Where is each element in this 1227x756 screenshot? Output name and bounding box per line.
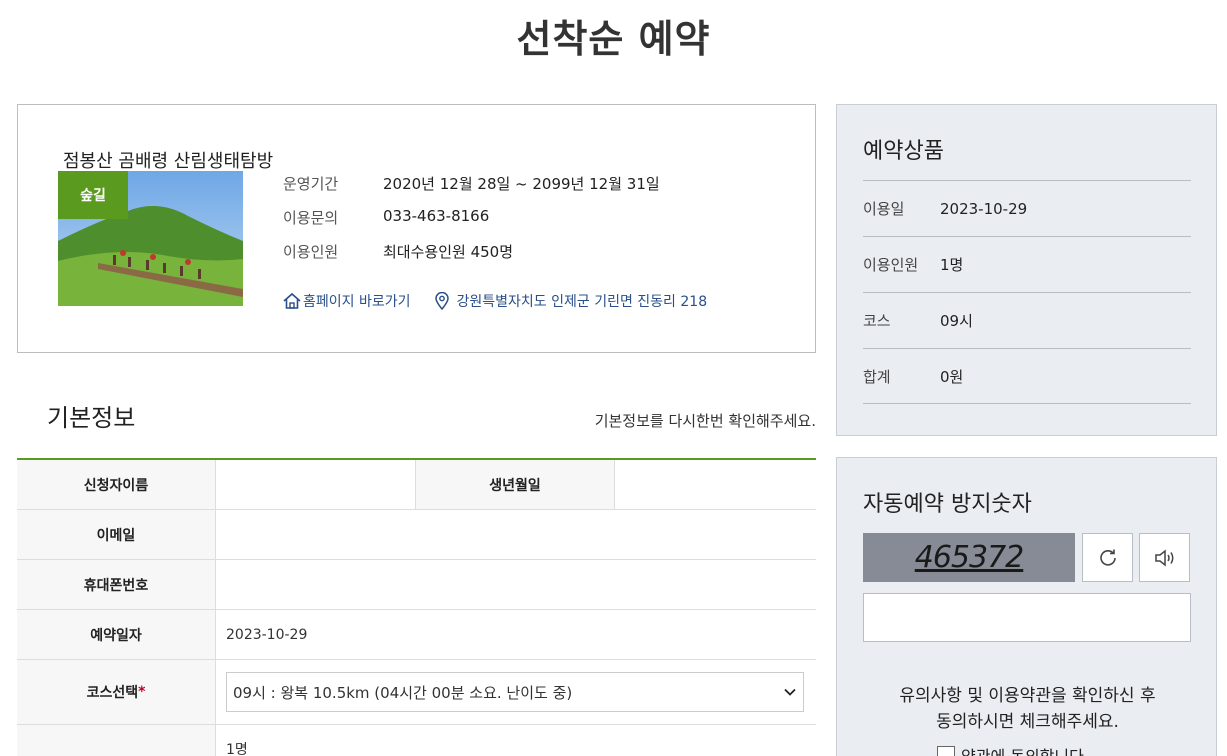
basic-info-title: 기본정보 [47, 404, 136, 432]
agree-checkbox[interactable] [937, 746, 955, 756]
form-row-date: 예약일자 2023-10-29 [17, 610, 816, 660]
email-label: 이메일 [17, 510, 216, 559]
product-thumbnail: 숲길 [58, 171, 243, 306]
basic-info-table: 신청자이름 생년월일 이메일 휴대폰번호 예약일자 2023-10-29 코스선… [17, 458, 816, 756]
captcha-audio-button[interactable] [1139, 533, 1190, 582]
homepage-link[interactable]: 홈페이지 바로가기 [283, 291, 411, 311]
info-value: 2020년 12월 28일 ~ 2099년 12월 31일 [383, 175, 660, 193]
home-icon [283, 292, 301, 309]
reservation-row-total: 합계 0원 [863, 348, 1191, 404]
course-select-label-text: 코스선택 [86, 685, 139, 701]
product-name: 점봉산 곰배령 산림생태탐방 [63, 151, 274, 172]
reservation-row-label: 이용인원 [863, 256, 919, 274]
info-row-period: 운영기간 2020년 12월 28일 ~ 2099년 12월 31일 [283, 173, 660, 194]
speaker-icon [1154, 548, 1173, 567]
agree-label: 약관에 동의합니다. [961, 743, 1089, 756]
mobile-field[interactable] [216, 560, 816, 609]
terms-note-line: 유의사항 및 이용약관을 확인하신 후 [899, 686, 1156, 706]
address-link-label: 강원특별자치도 인제군 기린면 진동리 218 [456, 294, 708, 310]
course-select-value: 09시 : 왕복 10.5km (04시간 00분 소요. 난이도 중) [233, 683, 573, 702]
applicant-name-label: 신청자이름 [17, 460, 216, 509]
birth-date-field[interactable] [615, 460, 816, 509]
reservation-row-label: 코스 [863, 312, 891, 330]
map-pin-icon [434, 292, 449, 310]
form-row-email: 이메일 [17, 510, 816, 560]
info-row-capacity: 이용인원 최대수용인원 450명 [283, 241, 513, 262]
info-row-contact: 이용문의 033-463-8166 [283, 207, 489, 228]
mobile-label: 휴대폰번호 [17, 560, 216, 609]
captcha-title: 자동예약 방지숫자 [863, 492, 1032, 517]
form-row-name: 신청자이름 생년월일 [17, 460, 816, 510]
terms-note-line: 동의하시면 체크해주세요. [936, 712, 1119, 732]
info-label: 운영기간 [283, 175, 339, 193]
product-tag: 숲길 [58, 171, 128, 219]
form-row-people: 1명 [17, 725, 816, 756]
course-select-cell: 09시 : 왕복 10.5km (04시간 00분 소요. 난이도 중) [216, 660, 816, 724]
birth-date-label: 생년월일 [416, 460, 615, 509]
reservation-date-label: 예약일자 [17, 610, 216, 659]
reservation-row-course: 코스 09시 [863, 292, 1191, 348]
page-title: 선착순 예약 [516, 17, 711, 61]
reservation-row-value: 1명 [940, 256, 964, 274]
form-row-mobile: 휴대폰번호 [17, 560, 816, 610]
reservation-product-panel: 예약상품 이용일 2023-10-29 이용인원 1명 코스 09시 합계 0원 [836, 104, 1217, 436]
form-row-course: 코스선택 * 09시 : 왕복 10.5km (04시간 00분 소요. 난이도 … [17, 660, 816, 725]
address-link[interactable]: 강원특별자치도 인제군 기린면 진동리 218 [433, 291, 708, 311]
agree-row: 약관에 동의합니다. [937, 743, 1089, 756]
captcha-refresh-button[interactable] [1082, 533, 1133, 582]
product-card: 점봉산 곰배령 산림생태탐방 숲길 운영기간 2020년 12월 28일 ~ 2… [17, 104, 816, 353]
terms-note: 유의사항 및 이용약관을 확인하신 후 동의하시면 체크해주세요. [837, 683, 1218, 735]
info-label: 이용문의 [283, 209, 339, 227]
people-value: 1명 [226, 742, 248, 756]
product-links: 홈페이지 바로가기 강원특별자치도 인제군 기린면 진동리 218 [283, 291, 707, 311]
info-value: 033-463-8166 [383, 207, 490, 225]
info-label: 이용인원 [283, 243, 339, 261]
captcha-input[interactable] [863, 593, 1191, 642]
basic-info-note: 기본정보를 다시한번 확인해주세요. [594, 412, 816, 430]
reservation-row-date: 이용일 2023-10-29 [863, 180, 1191, 236]
captcha-image: 465372 [863, 533, 1075, 582]
required-mark: * [138, 684, 146, 700]
reservation-row-label: 합계 [863, 367, 891, 386]
reservation-row-value: 0원 [940, 367, 964, 386]
captcha-panel: 자동예약 방지숫자 465372 유의사항 및 이용약관을 확인하신 후 동의하… [836, 457, 1217, 756]
reservation-row-people: 이용인원 1명 [863, 236, 1191, 292]
course-select[interactable]: 09시 : 왕복 10.5km (04시간 00분 소요. 난이도 중) [226, 672, 804, 712]
chevron-down-icon [784, 688, 796, 696]
homepage-link-label: 홈페이지 바로가기 [303, 294, 411, 310]
reservation-product-title: 예약상품 [863, 139, 944, 164]
reservation-date-value: 2023-10-29 [226, 626, 308, 643]
info-value: 최대수용인원 450명 [383, 243, 513, 261]
email-field[interactable] [216, 510, 816, 559]
applicant-name-field[interactable] [216, 460, 416, 509]
course-select-label: 코스선택 * [17, 660, 216, 724]
people-label [17, 725, 216, 756]
refresh-icon [1099, 549, 1116, 566]
reservation-row-label: 이용일 [863, 200, 905, 218]
captcha-code: 465372 [914, 540, 1025, 575]
reservation-row-value: 09시 [940, 312, 973, 330]
reservation-row-value: 2023-10-29 [940, 199, 1028, 218]
